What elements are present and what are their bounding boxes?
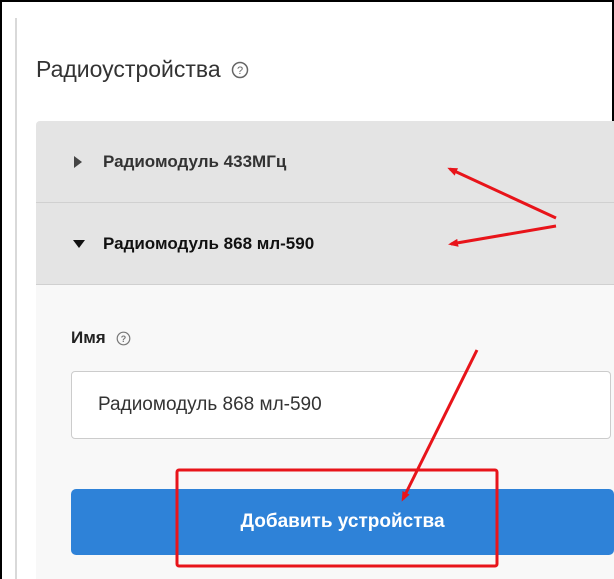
accordion-item-868[interactable]: Радиомодуль 868 мл-590 — [36, 203, 614, 285]
name-field-label: Имя ? — [71, 328, 131, 348]
accordion-item-label: Радиомодуль 433МГц — [103, 151, 287, 171]
section-title: Радиоустройства — [36, 56, 221, 82]
radio-devices-panel: Радиомодуль 433МГц Радиомодуль 868 мл-59… — [36, 121, 614, 579]
caret-right-icon — [36, 155, 103, 168]
add-devices-button[interactable]: Добавить устройства — [71, 489, 614, 555]
svg-text:?: ? — [120, 334, 126, 344]
question-circle-icon[interactable]: ? — [116, 331, 131, 346]
device-name-input[interactable] — [71, 371, 611, 439]
section-header: Радиоустройства ? — [36, 56, 249, 83]
caret-down-icon — [36, 239, 103, 249]
accordion-item-label: Радиомодуль 868 мл-590 — [103, 233, 315, 253]
left-divider — [15, 18, 17, 579]
question-circle-icon[interactable]: ? — [231, 61, 249, 79]
accordion-item-433mhz[interactable]: Радиомодуль 433МГц — [36, 121, 614, 203]
svg-text:?: ? — [237, 65, 243, 77]
name-label-text: Имя — [71, 328, 106, 347]
